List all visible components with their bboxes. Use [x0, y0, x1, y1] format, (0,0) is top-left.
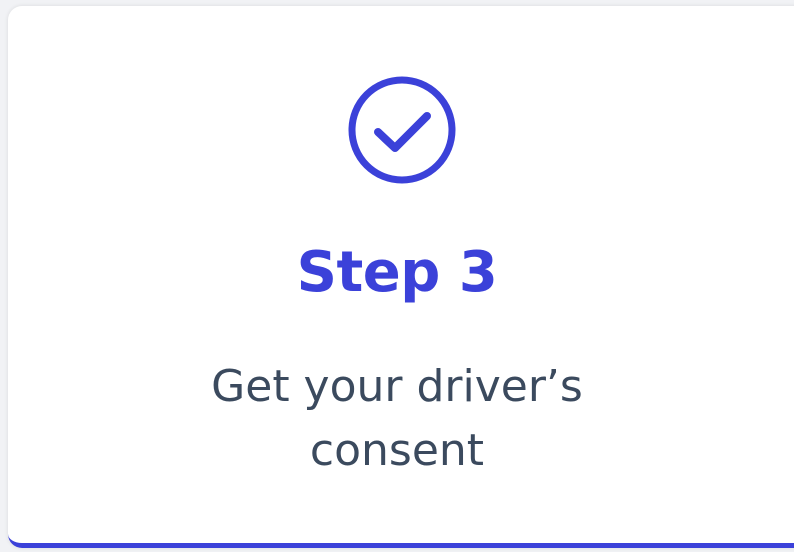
- step-description-line-1: Get your driver’s: [211, 361, 583, 412]
- step-title: Step 3: [296, 240, 498, 305]
- check-circle-icon: [348, 76, 456, 184]
- step-description-line-2: consent: [309, 425, 485, 476]
- step-description: Get your driver’s consent: [0, 355, 794, 483]
- stage: Step 3 Get your driver’s consent: [0, 0, 794, 552]
